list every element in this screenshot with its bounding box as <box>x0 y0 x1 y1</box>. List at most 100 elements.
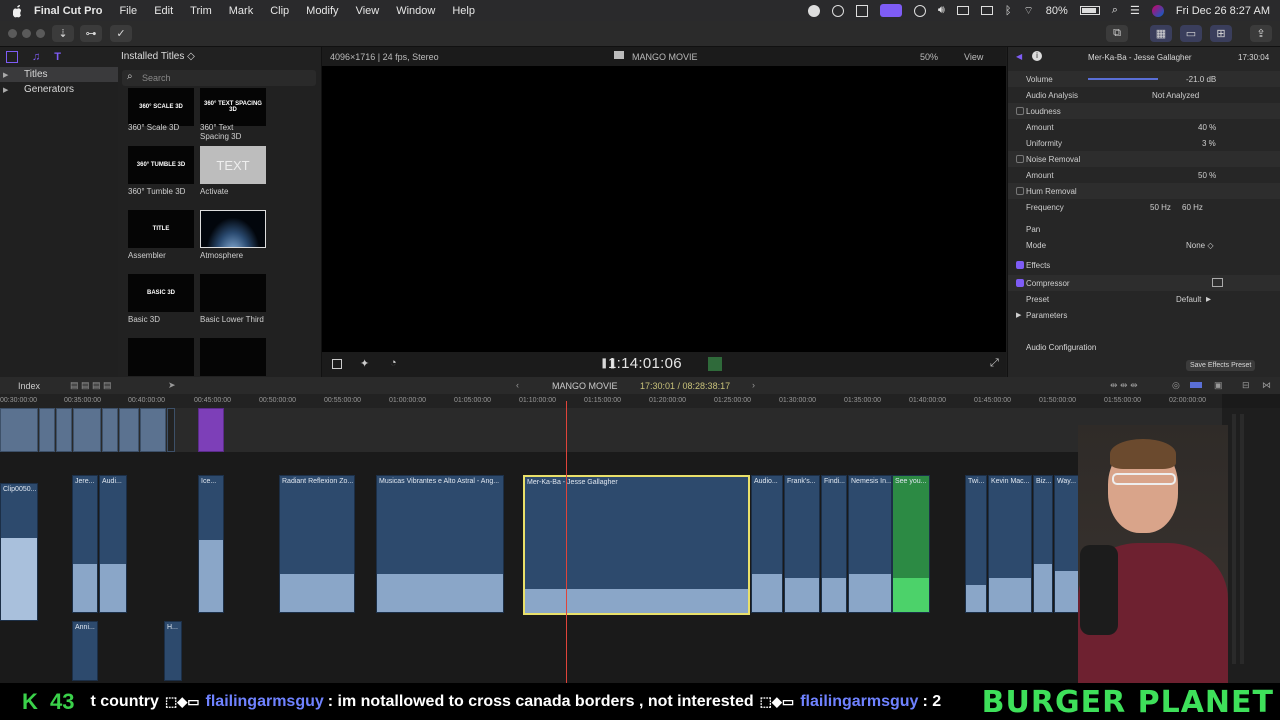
video-clip[interactable] <box>39 408 55 452</box>
zoom-button[interactable] <box>36 29 45 38</box>
audio-clip[interactable]: Clip0050... <box>0 483 38 621</box>
menu-view[interactable]: View <box>356 5 380 17</box>
minimize-button[interactable] <box>22 29 31 38</box>
timeline-tools-icon[interactable]: ⇹ ⇹ ⇹ <box>1110 380 1138 391</box>
video-clip[interactable] <box>0 408 38 452</box>
pan-mode-popup[interactable]: None ◇ <box>1186 241 1214 250</box>
siri-icon[interactable] <box>1152 5 1164 17</box>
share-button[interactable]: ⇪ <box>1250 25 1272 42</box>
audio-clip[interactable]: Audio... <box>751 475 783 613</box>
fullscreen-icon[interactable]: ⤢ <box>990 357 999 370</box>
photos-icon[interactable] <box>6 51 18 63</box>
video-clip[interactable] <box>119 408 139 452</box>
compressor-editor-icon[interactable] <box>1212 278 1223 287</box>
background-tasks-button[interactable]: ✓ <box>110 25 132 42</box>
status-icon[interactable] <box>808 5 820 17</box>
volume-value[interactable]: -21.0 dB <box>1186 75 1216 84</box>
layout-timeline-button[interactable]: ▭ <box>1180 25 1202 42</box>
timecode-display[interactable]: 1:14:01:06 <box>608 355 682 372</box>
effects-checkbox[interactable] <box>1016 261 1024 269</box>
video-clip[interactable] <box>73 408 101 452</box>
sidebar-item-generators[interactable]: ▶Generators <box>0 82 118 97</box>
keywords-button[interactable]: ⊶ <box>80 25 102 42</box>
video-clip[interactable] <box>167 408 175 452</box>
titles-icon[interactable]: T <box>54 51 61 63</box>
title-thumbnail[interactable] <box>200 338 266 376</box>
title-thumbnail[interactable]: TEXT <box>200 146 266 184</box>
back-arrow-icon[interactable]: ‹ <box>516 380 519 390</box>
audio-clip[interactable]: Anni... <box>72 621 98 681</box>
search-input[interactable]: ⌕ Search <box>122 70 316 86</box>
title-thumbnail[interactable] <box>200 274 266 312</box>
title-thumbnail[interactable] <box>200 210 266 248</box>
menu-trim[interactable]: Trim <box>190 5 212 17</box>
volume-icon[interactable]: 🔊︎ <box>938 4 945 17</box>
wifi-icon[interactable]: ⌔ <box>1023 4 1033 18</box>
video-clip[interactable] <box>56 408 72 452</box>
disclosure-icon[interactable]: ▶ <box>3 86 8 94</box>
layout-browser-button[interactable]: ▦ <box>1150 25 1172 42</box>
audio-clip[interactable]: Ice... <box>198 475 224 613</box>
skimming-icon[interactable] <box>1190 382 1202 388</box>
title-clip[interactable] <box>198 408 224 452</box>
row-value[interactable]: 50 % <box>1198 171 1216 180</box>
sidebar-item-titles[interactable]: ▶Titles <box>0 67 118 82</box>
import-button[interactable]: ⇣ <box>52 25 74 42</box>
clip-skimming-icon[interactable]: ▣ <box>1214 380 1223 391</box>
screen-share-icon[interactable] <box>880 4 902 17</box>
volume-slider[interactable] <box>1088 78 1158 80</box>
battery-icon[interactable] <box>1080 6 1100 15</box>
title-thumbnail[interactable]: 360° SCALE 3D <box>128 88 194 126</box>
hum-removal-checkbox[interactable] <box>1016 187 1024 195</box>
search-icon[interactable]: ⌕ <box>1112 4 1118 17</box>
disclosure-icon[interactable]: ▶ <box>1016 311 1021 319</box>
audio-clip[interactable]: H... <box>164 621 182 681</box>
title-thumbnail[interactable]: TITLE <box>128 210 194 248</box>
audio-clip[interactable]: Nemesis In... <box>848 475 892 613</box>
audio-clip[interactable]: Frank's... <box>784 475 820 613</box>
globe-icon[interactable] <box>832 5 844 17</box>
menu-mark[interactable]: Mark <box>229 5 253 17</box>
loudness-checkbox[interactable] <box>1016 107 1024 115</box>
audio-clip[interactable]: Audi... <box>99 475 127 613</box>
save-effects-preset-button[interactable]: Save Effects Preset <box>1186 360 1255 371</box>
play-icon[interactable] <box>914 5 926 17</box>
music-icon[interactable]: ♫ <box>32 51 40 63</box>
menu-file[interactable]: File <box>119 5 137 17</box>
audio-clip[interactable]: Kevin Mac... <box>988 475 1032 613</box>
snapping-icon[interactable]: ⊟ <box>1242 380 1250 391</box>
speed-icon[interactable]: ◔ <box>390 357 397 369</box>
forward-arrow-icon[interactable]: › <box>752 380 755 390</box>
camera-icon[interactable] <box>957 6 969 15</box>
clock[interactable]: Fri Dec 26 8:27 AM <box>1176 5 1270 17</box>
installed-titles-popup[interactable]: Installed Titles ◇ <box>121 51 195 62</box>
menu-help[interactable]: Help <box>452 5 475 17</box>
audio-clip[interactable]: Findi... <box>821 475 847 613</box>
frequency-options[interactable]: 50 Hz 60 Hz <box>1150 203 1203 212</box>
clip-appearance-icon[interactable]: ▤ ▤ ▤ ▤ <box>70 380 112 391</box>
zoom-popup[interactable]: 50% <box>920 52 938 62</box>
close-timeline-icon[interactable]: ⋈ <box>1262 380 1271 391</box>
audio-clip[interactable]: Musicas Vibrantes e Alto Astral - Ang... <box>376 475 504 613</box>
video-clip[interactable] <box>140 408 166 452</box>
video-clip[interactable] <box>102 408 118 452</box>
preset-popup[interactable]: Default <box>1176 295 1201 304</box>
close-button[interactable] <box>8 29 17 38</box>
info-tab-icon[interactable]: i <box>1032 51 1042 61</box>
row-value[interactable]: 40 % <box>1198 123 1216 132</box>
row-value[interactable]: 3 % <box>1202 139 1216 148</box>
share-window-button[interactable]: ⧉ <box>1106 25 1128 42</box>
grid-icon[interactable] <box>856 5 868 17</box>
audio-clip-selected[interactable]: Mer-Ka-Ba - Jesse Gallagher <box>523 475 750 615</box>
disclosure-icon[interactable]: ▶ <box>3 71 8 79</box>
title-thumbnail[interactable]: 360° TEXT SPACING 3D <box>200 88 266 126</box>
audio-tab-icon[interactable]: ◀︎ <box>1016 52 1022 61</box>
viewer-canvas[interactable] <box>322 66 1006 352</box>
apple-icon[interactable] <box>10 4 24 18</box>
noise-removal-checkbox[interactable] <box>1016 155 1024 163</box>
audio-clip[interactable]: Radiant Reflexion Zo... <box>279 475 355 613</box>
title-thumbnail[interactable]: BASIC 3D <box>128 274 194 312</box>
title-thumbnail[interactable]: 360° TUMBLE 3D <box>128 146 194 184</box>
audio-configuration-label[interactable]: Audio Configuration <box>1026 343 1096 352</box>
select-tool-icon[interactable]: ➤ <box>168 380 176 391</box>
